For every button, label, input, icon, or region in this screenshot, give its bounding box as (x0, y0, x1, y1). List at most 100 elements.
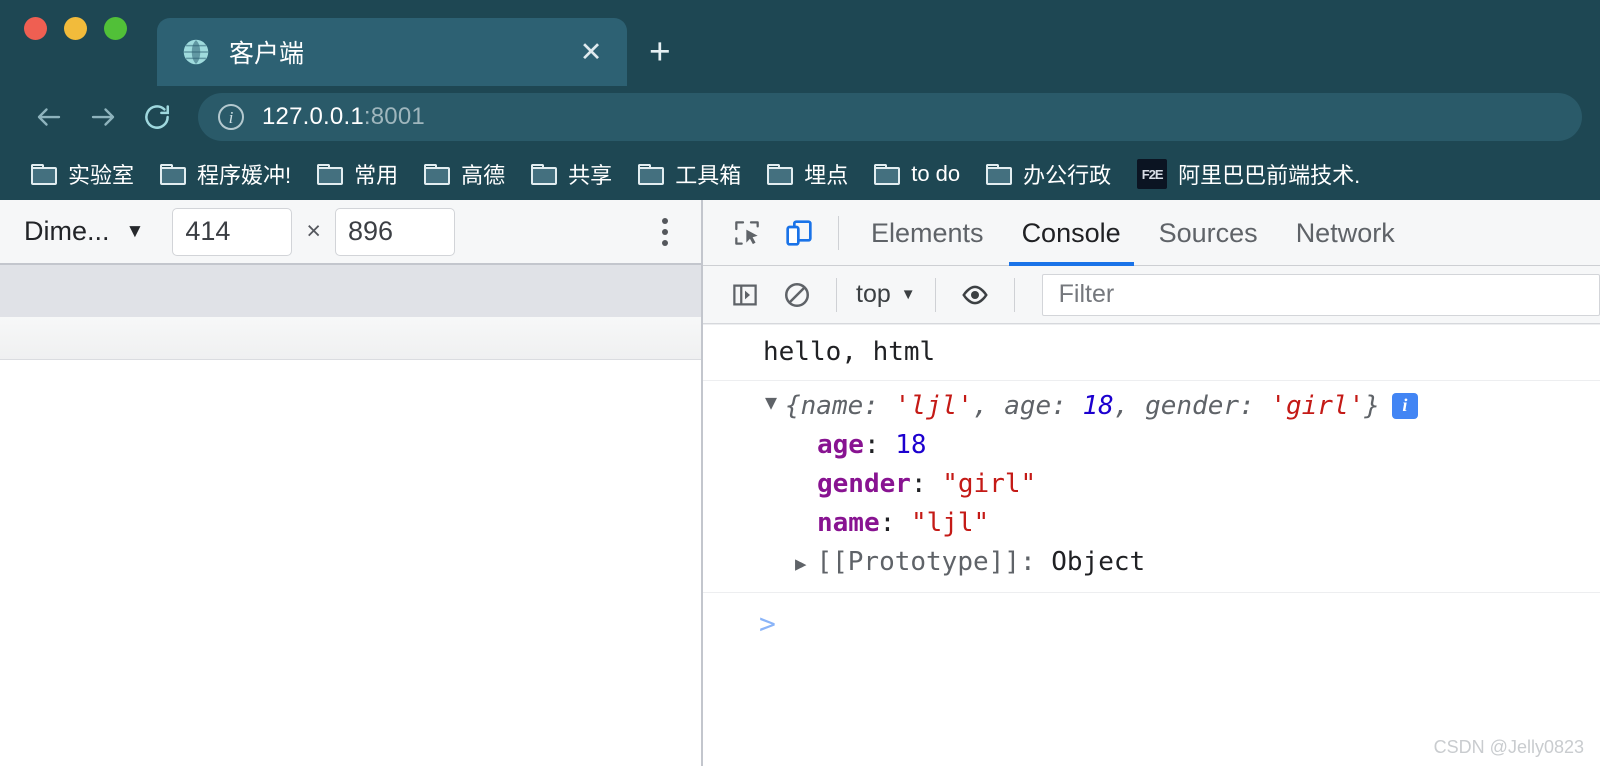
bookmark-label: 程序媛冲! (197, 163, 292, 188)
toolbar-divider (1013, 277, 1015, 312)
object-property-row[interactable]: gender: "girl" (703, 465, 1600, 504)
bookmark-item[interactable]: F2E 阿里巴巴前端技术. (1124, 153, 1373, 195)
bookmark-item[interactable]: 常用 (304, 153, 411, 195)
viewport-height-input[interactable] (334, 207, 455, 256)
dimension-separator: × (306, 217, 321, 245)
bookmark-item[interactable]: to do (861, 153, 973, 195)
device-toolbar-icon[interactable] (773, 207, 825, 259)
tab-title: 客户端 (229, 40, 305, 68)
property-value: "ljl" (910, 508, 990, 539)
console-filter-input[interactable] (1041, 273, 1600, 316)
close-window-button[interactable] (24, 16, 47, 40)
kebab-menu-icon[interactable] (647, 210, 683, 254)
object-preview-text: {name: 'ljl', age: 18, gender: 'girl'} i (761, 387, 1418, 426)
close-brace: } (1364, 391, 1380, 422)
url-port: :8001 (363, 103, 425, 130)
folder-icon (317, 163, 344, 185)
content-area: Dime... ▼ × (0, 200, 1600, 766)
bookmark-item[interactable]: 共享 (518, 153, 625, 195)
bookmark-label: 工具箱 (675, 163, 742, 188)
browser-tab-active[interactable]: 客户端 ✕ (157, 18, 627, 86)
bookmark-item[interactable]: 埋点 (754, 153, 861, 195)
bookmark-label: to do (911, 161, 961, 186)
bookmark-item[interactable]: 高德 (411, 153, 518, 195)
object-preview-row[interactable]: ▼ {name: 'ljl', age: 18, gender: 'girl'}… (703, 387, 1600, 426)
execution-context-label: top (856, 280, 891, 308)
collapse-triangle-icon[interactable]: ▶ (795, 553, 806, 575)
inspect-element-icon[interactable] (721, 207, 773, 259)
minimize-window-button[interactable] (64, 16, 87, 40)
prototype-row[interactable]: ▶ [[Prototype]]: Object (703, 543, 1600, 582)
tab-strip: 客户端 ✕ + (0, 0, 1600, 86)
property-key: gender (817, 469, 911, 500)
property-value: "girl" (942, 469, 1037, 500)
device-preset-dropdown[interactable]: Dime... ▼ (24, 216, 144, 247)
info-circle-icon[interactable]: i (218, 104, 244, 130)
toolbar-divider (934, 277, 936, 312)
bookmark-label: 阿里巴巴前端技术. (1178, 163, 1361, 188)
preview-key: age (1004, 391, 1052, 422)
bookmark-label: 共享 (568, 163, 613, 188)
folder-icon (531, 163, 558, 185)
preview-key: name (800, 391, 864, 422)
console-log-message: hello, html (703, 324, 1600, 382)
console-sidebar-icon[interactable] (719, 269, 771, 321)
chevron-down-icon: ▼ (125, 220, 145, 242)
bookmark-label: 埋点 (804, 163, 849, 188)
address-bar[interactable]: i 127.0.0.1:8001 (198, 93, 1582, 141)
console-prompt[interactable]: > (703, 593, 1600, 640)
bookmark-label: 常用 (354, 163, 399, 188)
browser-chrome: 客户端 ✕ + i 127.0.0.1:8001 实验室 程序媛冲! 常用 高德… (0, 0, 1600, 200)
bookmark-item[interactable]: 实验室 (18, 153, 147, 195)
expand-triangle-icon[interactable]: ▼ (765, 387, 777, 417)
clear-console-icon[interactable] (771, 269, 823, 321)
browser-window: 客户端 ✕ + i 127.0.0.1:8001 实验室 程序媛冲! 常用 高德… (0, 0, 1600, 766)
tab-elements[interactable]: Elements (852, 200, 1003, 266)
bookmark-label: 办公行政 (1023, 163, 1112, 188)
object-property-row[interactable]: name: "ljl" (703, 504, 1600, 543)
viewport-width-input[interactable] (172, 207, 293, 256)
preview-key: gender (1145, 391, 1240, 422)
page-band-light (0, 317, 701, 360)
folder-icon (31, 163, 57, 185)
tab-console[interactable]: Console (1003, 200, 1140, 266)
maximize-window-button[interactable] (104, 16, 127, 40)
live-expression-icon[interactable] (949, 269, 1001, 321)
device-emulation-pane: Dime... ▼ × (0, 200, 703, 766)
console-toolbar: top ▼ (703, 266, 1600, 324)
preview-value: 'girl' (1270, 391, 1365, 422)
close-tab-button[interactable]: ✕ (571, 38, 611, 66)
tab-network[interactable]: Network (1277, 200, 1414, 266)
execution-context-dropdown[interactable]: top ▼ (850, 280, 922, 309)
bookmark-item[interactable]: 工具箱 (625, 153, 754, 195)
folder-icon (160, 163, 187, 185)
bookmark-item[interactable]: 办公行政 (973, 153, 1124, 195)
arrow-right-icon[interactable] (76, 90, 130, 144)
globe-icon (181, 37, 211, 67)
tab-sources[interactable]: Sources (1140, 200, 1277, 266)
info-badge-icon[interactable]: i (1391, 392, 1418, 419)
page-band-gray (0, 265, 701, 317)
window-controls (24, 0, 127, 86)
prototype-label: [[Prototype]] (816, 547, 1020, 578)
toolbar-divider (838, 215, 839, 250)
console-object-message: ▼ {name: 'ljl', age: 18, gender: 'girl'}… (703, 381, 1600, 594)
f2e-favicon: F2E (1137, 159, 1168, 189)
reload-icon[interactable] (130, 90, 184, 144)
navigation-toolbar: i 127.0.0.1:8001 (0, 86, 1600, 148)
new-tab-button[interactable]: + (649, 33, 671, 70)
address-bar-url: 127.0.0.1:8001 (262, 103, 425, 131)
folder-icon (638, 163, 665, 185)
open-brace: { (785, 391, 801, 422)
bookmark-label: 高德 (461, 163, 506, 188)
arrow-left-icon[interactable] (22, 90, 76, 144)
property-value: 18 (895, 430, 927, 461)
preview-value: 18 (1082, 391, 1114, 422)
emulated-page-frame[interactable] (0, 265, 701, 766)
object-property-row[interactable]: age: 18 (703, 426, 1600, 465)
property-key: age (817, 430, 864, 461)
console-output: hello, html ▼ {name: 'ljl', age: 18, gen… (703, 324, 1600, 766)
bookmark-item[interactable]: 程序媛冲! (147, 153, 304, 195)
device-preset-label: Dime... (24, 216, 110, 246)
folder-icon (986, 163, 1013, 185)
